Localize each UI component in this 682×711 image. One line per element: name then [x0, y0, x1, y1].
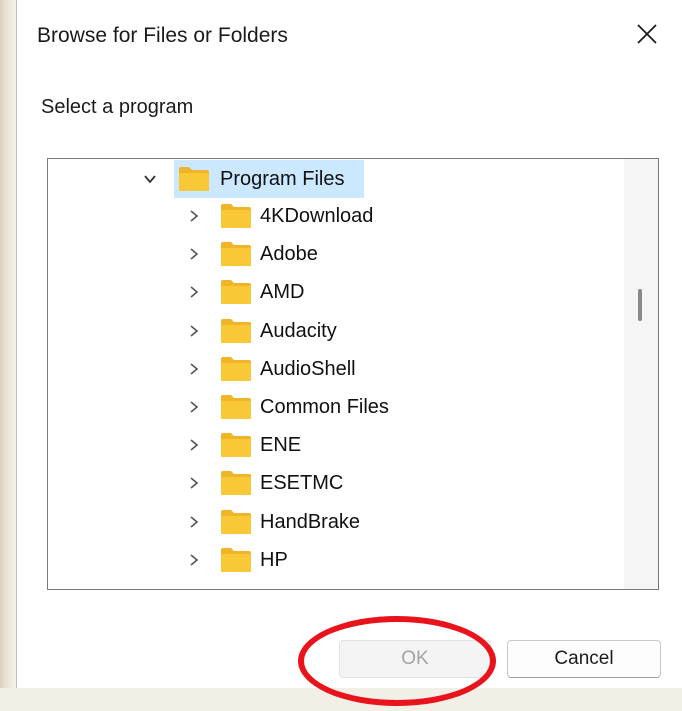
vertical-scrollbar[interactable]: [624, 159, 658, 589]
tree-item-label: Common Files: [260, 396, 389, 418]
chevron-right-icon[interactable]: [184, 198, 204, 234]
folder-icon: [221, 395, 251, 419]
tree-item-label: Adobe: [260, 243, 318, 265]
folder-icon: [221, 280, 251, 304]
chevron-down-icon[interactable]: [140, 161, 160, 197]
tree-item-label: Audacity: [260, 320, 337, 342]
browse-dialog: Browse for Files or Folders Select a pro…: [16, 0, 682, 688]
folder-icon: [221, 510, 251, 534]
cancel-button[interactable]: Cancel: [507, 640, 661, 678]
folder-icon: [221, 242, 251, 266]
tree-item-label: AMD: [260, 281, 305, 303]
tree-item-label: 4KDownload: [260, 205, 374, 227]
tree-item-label: ENE: [260, 434, 302, 456]
ok-button[interactable]: OK: [339, 640, 491, 678]
background-window-edge: [0, 0, 16, 711]
tree-item-label: HandBrake: [260, 511, 361, 533]
close-icon: [637, 24, 657, 44]
page: Browse for Files or Folders Select a pro…: [0, 0, 682, 711]
chevron-right-icon[interactable]: [184, 274, 204, 310]
folder-icon: [221, 548, 251, 572]
chevron-right-icon[interactable]: [184, 389, 204, 425]
chevron-right-icon[interactable]: [184, 236, 204, 272]
folder-tree[interactable]: Program Files 4KDownload Adobe AMD Audacity…: [47, 158, 659, 590]
folder-icon: [179, 167, 209, 191]
chevron-right-icon[interactable]: [184, 313, 204, 349]
folder-icon: [221, 319, 251, 343]
folder-icon: [221, 471, 251, 495]
title-bar: Browse for Files or Folders: [17, 0, 682, 68]
chevron-right-icon[interactable]: [184, 465, 204, 501]
tree-item-label: AudioShell: [260, 358, 356, 380]
chevron-right-icon[interactable]: [184, 504, 204, 540]
dialog-body: Select a program Program Files 4KDownloa…: [17, 68, 682, 688]
chevron-right-icon[interactable]: [184, 427, 204, 463]
scrollbar-thumb[interactable]: [638, 289, 642, 321]
close-button[interactable]: [625, 12, 669, 56]
chevron-right-icon[interactable]: [184, 351, 204, 387]
tree-item-label: Program Files: [220, 168, 345, 190]
prompt-text: Select a program: [41, 96, 194, 118]
folder-icon: [221, 433, 251, 457]
background-window-bottom: [0, 688, 682, 711]
folder-icon: [221, 204, 251, 228]
tree-item-label: HP: [260, 549, 288, 571]
tree-item-label: ESETMC: [260, 472, 344, 494]
folder-icon: [221, 357, 251, 381]
chevron-right-icon[interactable]: [184, 542, 204, 578]
dialog-title: Browse for Files or Folders: [37, 24, 288, 47]
